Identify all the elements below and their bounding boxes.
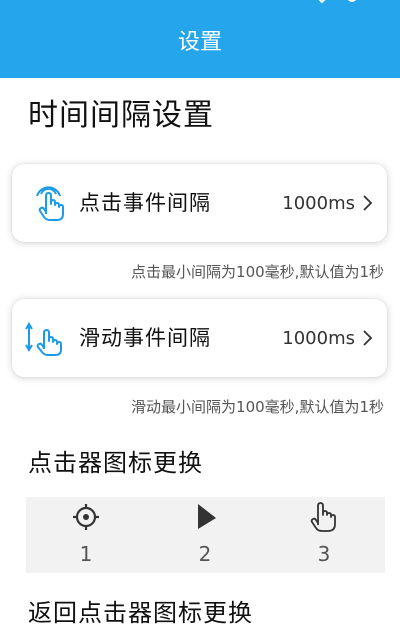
clicker-icon-option-1[interactable]: 1: [56, 497, 116, 573]
click-interval-card[interactable]: 点击事件间隔 1000ms: [12, 164, 387, 242]
swipe-interval-card[interactable]: 滑动事件间隔 1000ms: [12, 299, 387, 377]
interval-section-title: 时间间隔设置: [28, 98, 214, 133]
click-interval-value: 1000ms: [282, 193, 355, 214]
clicker-icon-option-3[interactable]: 3: [294, 497, 354, 573]
pointing-hand-icon: [310, 502, 336, 532]
tap-hand-icon: [36, 186, 64, 221]
crosshair-icon: [73, 504, 99, 530]
status-bar-fragment: [318, 0, 356, 4]
swipe-interval-hint: 滑动最小间隔为100毫秒,默认值为1秒: [131, 398, 384, 416]
chevron-right-icon: [363, 195, 373, 211]
swipe-interval-label: 滑动事件间隔: [79, 326, 211, 350]
arrow-pointer-icon: [198, 504, 216, 529]
partial-section-title: 返回点击器图标更换: [28, 599, 253, 627]
app-bar: 设置: [0, 0, 400, 78]
click-interval-hint: 点击最小间隔为100毫秒,默认值为1秒: [131, 263, 384, 281]
clicker-icon-number: 2: [198, 542, 212, 566]
page-title: 设置: [177, 30, 222, 55]
clicker-icon-number: 3: [317, 542, 331, 566]
clicker-icon-option-2[interactable]: 2: [175, 497, 235, 573]
click-interval-label: 点击事件间隔: [79, 191, 211, 215]
clicker-icon-options: 1 2 3: [26, 497, 385, 573]
clicker-icon-number: 1: [79, 542, 93, 566]
swipe-hand-icon: [25, 322, 62, 356]
chevron-right-icon: [363, 330, 373, 346]
swipe-interval-value: 1000ms: [282, 328, 355, 349]
clicker-icon-section-title: 点击器图标更换: [28, 449, 203, 477]
